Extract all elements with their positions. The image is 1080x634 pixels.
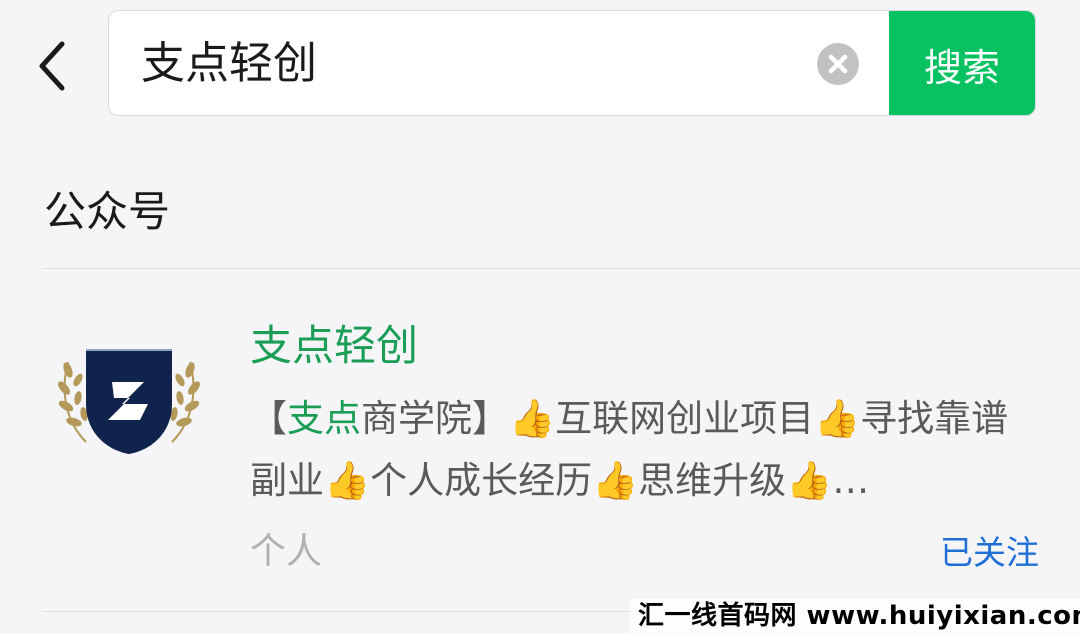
search-button[interactable]: 搜索 — [889, 11, 1035, 115]
search-bar: 搜索 — [108, 10, 1036, 116]
account-name: 支点轻创 — [250, 321, 419, 370]
divider — [42, 268, 1080, 269]
description-text: 商学院】👍互联网创业项目👍寻找靠谱副业👍个人成长经历👍思维升级👍… — [250, 397, 1009, 502]
description-bracket: 【 — [250, 397, 287, 440]
account-description: 【支点商学院】👍互联网创业项目👍寻找靠谱副业👍个人成长经历👍思维升级👍… — [250, 388, 1010, 512]
clear-circle-icon — [828, 54, 848, 74]
section-title: 公众号 — [44, 187, 171, 236]
watermark: 汇一线首码网 www.huiyixian.com — [630, 599, 1080, 633]
clear-search-button[interactable] — [817, 43, 859, 85]
chevron-left-icon — [39, 41, 65, 91]
laurel-shield-logo — [58, 349, 200, 454]
search-input[interactable] — [141, 11, 781, 115]
follow-status-button[interactable]: 已关注 — [940, 526, 1039, 574]
description-highlight: 支点 — [287, 397, 361, 440]
back-button[interactable] — [28, 38, 78, 94]
account-type-label: 个人 — [250, 531, 323, 572]
account-result-item[interactable]: 支点轻创 【支点商学院】👍互联网创业项目👍寻找靠谱副业👍个人成长经历👍思维升级👍… — [0, 290, 1080, 600]
